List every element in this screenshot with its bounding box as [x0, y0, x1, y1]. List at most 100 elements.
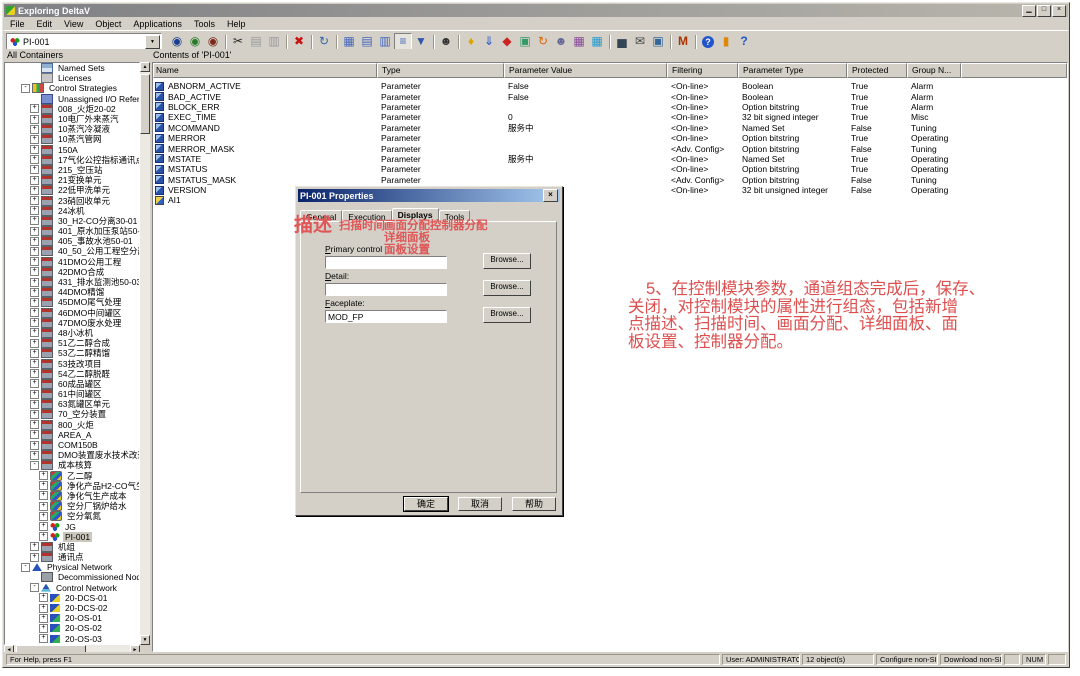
tree-expander[interactable]: +: [30, 206, 39, 215]
toolbar-separator[interactable]: [308, 33, 315, 50]
assign-icon[interactable]: ◆: [498, 33, 516, 50]
tree-expander[interactable]: +: [39, 624, 48, 633]
tree-expander[interactable]: +: [39, 502, 48, 511]
scrollbar-thumb[interactable]: [140, 74, 150, 134]
toolbar-separator[interactable]: [333, 33, 340, 50]
toolbar-separator[interactable]: [667, 33, 674, 50]
table-row[interactable]: BLOCK_ERR Parameter <On-line> Option bit…: [153, 102, 1067, 112]
tree-expander[interactable]: +: [30, 298, 39, 307]
table-row[interactable]: AI1: [153, 195, 1067, 205]
tree-expander[interactable]: -: [21, 563, 30, 572]
help-icon[interactable]: ?: [699, 33, 717, 50]
refresh-icon[interactable]: ↻: [534, 33, 552, 50]
tree-expander[interactable]: -: [30, 583, 39, 592]
explorer-icon[interactable]: ◉: [168, 33, 186, 50]
tree-item[interactable]: + 20-OS-01: [5, 613, 139, 623]
display-input[interactable]: [325, 283, 447, 296]
context-help-icon[interactable]: ?: [735, 33, 753, 50]
browse-button[interactable]: Browse...: [483, 307, 531, 323]
dialog-button[interactable]: 确定: [404, 497, 448, 511]
table-row[interactable]: MSTATUS_MASK Parameter <Adv. Config> Opt…: [153, 175, 1067, 185]
menu-item[interactable]: Edit: [31, 19, 59, 29]
toolbar-separator[interactable]: [430, 33, 437, 50]
tree-item[interactable]: - Physical Network: [5, 562, 139, 572]
large-icons-view-icon[interactable]: ▦: [340, 33, 358, 50]
tree-expander[interactable]: -: [21, 84, 30, 93]
tree-expander[interactable]: +: [30, 542, 39, 551]
undo-icon[interactable]: ↻: [315, 33, 333, 50]
tree-expander[interactable]: +: [30, 145, 39, 154]
filter-icon[interactable]: ▼: [412, 33, 430, 50]
toolbar-separator[interactable]: [606, 33, 613, 50]
toolbar-separator[interactable]: [283, 33, 290, 50]
browse-button[interactable]: Browse...: [483, 280, 531, 296]
tree-item[interactable]: + 20-DCS-01: [5, 593, 139, 603]
tree-expander[interactable]: +: [30, 369, 39, 378]
batch-icon[interactable]: ▦: [588, 33, 606, 50]
menu-item[interactable]: Help: [221, 19, 252, 29]
tree-expander[interactable]: +: [30, 308, 39, 317]
combobox-dropdown-icon[interactable]: ▼: [145, 35, 160, 49]
menu-item[interactable]: Object: [89, 19, 127, 29]
cut-icon[interactable]: ✂: [229, 33, 247, 50]
tree-expander[interactable]: +: [30, 328, 39, 337]
tree-expander[interactable]: +: [39, 512, 48, 521]
tree-expander[interactable]: +: [30, 441, 39, 450]
toolbar-separator[interactable]: [455, 33, 462, 50]
dialog-button[interactable]: 取消: [458, 497, 502, 511]
tree-expander[interactable]: +: [30, 165, 39, 174]
table-row[interactable]: MSTATE Parameter 服务中 <On-line> Named Set…: [153, 154, 1067, 164]
tree-expander[interactable]: +: [39, 532, 48, 541]
tree-item[interactable]: Decommissioned Nodes: [5, 572, 139, 582]
display-input[interactable]: [325, 310, 447, 323]
table-row[interactable]: ABNORM_ACTIVE Parameter False <On-line> …: [153, 81, 1067, 91]
tree-expander[interactable]: +: [30, 237, 39, 246]
paste-icon[interactable]: ▥: [265, 33, 283, 50]
tree-item[interactable]: + 通讯点: [5, 552, 139, 562]
tree-item[interactable]: Named Sets: [5, 63, 139, 73]
tree-expander[interactable]: +: [30, 349, 39, 358]
security-icon[interactable]: ☻: [552, 33, 570, 50]
menu-item[interactable]: Applications: [127, 19, 188, 29]
tree-expander[interactable]: +: [30, 359, 39, 368]
delete-icon[interactable]: ✖: [290, 33, 308, 50]
tree-expander[interactable]: +: [39, 593, 48, 602]
tree-expander[interactable]: +: [30, 104, 39, 113]
tree-expander[interactable]: +: [30, 420, 39, 429]
list-view-icon[interactable]: ▥: [376, 33, 394, 50]
column-header-filtering[interactable]: Filtering: [667, 63, 738, 78]
tree-expander[interactable]: -: [30, 461, 39, 470]
object-combobox[interactable]: PI-001 ▼: [6, 33, 162, 51]
tree-expander[interactable]: +: [30, 267, 39, 276]
tree-vertical-scrollbar[interactable]: ▲ ▼: [140, 62, 150, 645]
copy-icon[interactable]: ▤: [247, 33, 265, 50]
scroll-up-icon[interactable]: ▲: [140, 62, 150, 72]
tree-item[interactable]: + AREA_A: [5, 430, 139, 440]
deltav-m-icon[interactable]: M: [674, 33, 692, 50]
dialog-close-icon[interactable]: ×: [543, 189, 558, 202]
close-button[interactable]: ×: [1052, 5, 1066, 17]
column-header-name[interactable]: Name: [153, 63, 377, 78]
tree-item[interactable]: + JG: [5, 521, 139, 531]
mail-icon[interactable]: ✉: [631, 33, 649, 50]
tree-expander[interactable]: +: [30, 339, 39, 348]
tree-expander[interactable]: +: [30, 115, 39, 124]
tree-expander[interactable]: +: [39, 481, 48, 490]
alarm-bell-icon[interactable]: ♦: [462, 33, 480, 50]
tree-expander[interactable]: +: [30, 125, 39, 134]
tree-item[interactable]: Licenses: [5, 73, 139, 83]
tree-expander[interactable]: +: [30, 227, 39, 236]
tree-item[interactable]: - Control Strategies: [5, 83, 139, 93]
tree-expander[interactable]: +: [39, 634, 48, 643]
download-icon[interactable]: ⇓: [480, 33, 498, 50]
tree-expander[interactable]: +: [39, 471, 48, 480]
tree-expander[interactable]: +: [30, 216, 39, 225]
tree-expander[interactable]: +: [39, 491, 48, 500]
tree-item[interactable]: + 800_火炬: [5, 420, 139, 430]
tree-item[interactable]: + 20-DCS-02: [5, 603, 139, 613]
tree-expander[interactable]: +: [30, 390, 39, 399]
console-icon[interactable]: ▣: [649, 33, 667, 50]
dialog-button[interactable]: 帮助: [512, 497, 556, 511]
minimize-button[interactable]: ▁: [1022, 5, 1036, 17]
tree-expander[interactable]: +: [39, 522, 48, 531]
